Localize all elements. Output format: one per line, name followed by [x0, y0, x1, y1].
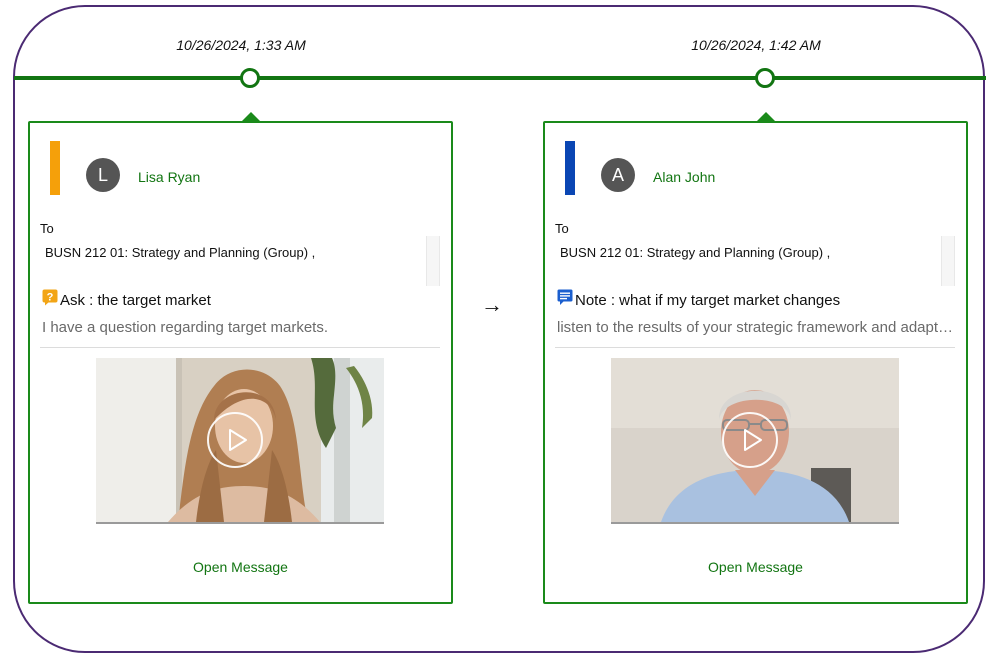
recipients-scrollbar[interactable]	[941, 236, 955, 286]
video-thumbnail[interactable]	[96, 358, 384, 524]
play-icon	[744, 429, 762, 451]
video-thumbnail[interactable]	[611, 358, 899, 524]
recipient-group: BUSN 212 01: Strategy and Planning (Grou…	[560, 245, 831, 260]
message-preview: listen to the results of your strategic …	[557, 319, 957, 336]
timeline-line	[14, 76, 986, 80]
sender-name[interactable]: Lisa Ryan	[138, 169, 200, 185]
to-label: To	[40, 221, 54, 236]
open-message-link[interactable]: Open Message	[30, 559, 451, 575]
svg-text:?: ?	[47, 292, 54, 304]
divider	[555, 347, 955, 348]
play-icon	[229, 429, 247, 451]
avatar: L	[86, 158, 120, 192]
sender-name[interactable]: Alan John	[653, 169, 715, 185]
play-button[interactable]	[207, 412, 263, 468]
card-pointer	[755, 112, 777, 123]
divider	[40, 347, 440, 348]
timeline-node[interactable]	[240, 68, 260, 88]
event-timestamp: 10/26/2024, 1:42 AM	[691, 37, 821, 53]
timeline-node[interactable]	[755, 68, 775, 88]
avatar: A	[601, 158, 635, 192]
message-subject-row: Note : what if my target market changes	[557, 289, 840, 310]
message-subject: Ask : the target market	[60, 292, 211, 309]
question-icon: ?	[42, 289, 59, 310]
to-label: To	[555, 221, 569, 236]
open-message-link[interactable]: Open Message	[545, 559, 966, 575]
message-subject: Note : what if my target market changes	[575, 292, 841, 309]
message-preview: I have a question regarding target marke…	[42, 319, 328, 336]
right-arrow-icon: →	[481, 292, 503, 317]
recipients-field: BUSN 212 01: Strategy and Planning (Grou…	[40, 236, 440, 286]
message-card[interactable]: L Lisa Ryan To BUSN 212 01: Strategy and…	[28, 112, 453, 604]
play-button[interactable]	[722, 412, 778, 468]
note-icon	[557, 289, 574, 310]
recipients-field: BUSN 212 01: Strategy and Planning (Grou…	[555, 236, 955, 286]
message-card[interactable]: A Alan John To BUSN 212 01: Strategy and…	[543, 112, 968, 604]
card-pointer	[240, 112, 262, 123]
message-subject-row: ? Ask : the target market	[42, 289, 211, 310]
event-timestamp: 10/26/2024, 1:33 AM	[176, 37, 306, 53]
recipient-group: BUSN 212 01: Strategy and Planning (Grou…	[45, 245, 316, 260]
recipients-scrollbar[interactable]	[426, 236, 440, 286]
message-accent-bar	[50, 141, 60, 195]
message-accent-bar	[565, 141, 575, 195]
